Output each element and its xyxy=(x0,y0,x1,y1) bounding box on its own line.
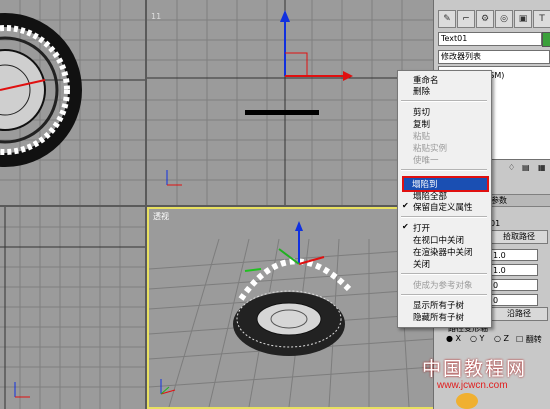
axis-y-radio[interactable]: ○ Y xyxy=(470,334,484,343)
utilities-tab-icon[interactable]: T xyxy=(533,10,550,28)
move-to-path-button[interactable]: 沿路径 xyxy=(490,307,548,321)
menu-item-hide-all-subtrees[interactable]: 隐藏所有子树 xyxy=(413,311,464,323)
object-name-field[interactable]: Text01 xyxy=(438,32,542,46)
flip-checkbox[interactable]: ☐ 翻转 xyxy=(516,334,542,345)
spinner-1[interactable]: 1.0 xyxy=(490,249,538,261)
checkmark-icon: ✔ xyxy=(402,201,409,210)
spinner-2[interactable]: 1.0 xyxy=(490,264,538,276)
axis-x-radio[interactable]: ● X xyxy=(446,334,461,343)
menu-item-on[interactable]: 打开 xyxy=(413,222,430,234)
remove-modifier-icon[interactable]: ▤ xyxy=(522,163,530,172)
modify-tab-icon[interactable]: ⌐ xyxy=(457,10,475,28)
menu-item-make-unique: 使唯一 xyxy=(413,156,439,166)
watermark-url: www.jcwcn.com xyxy=(437,380,508,391)
perspective-scene xyxy=(149,221,433,407)
menu-item-paste-instance: 粘贴实例 xyxy=(413,144,448,154)
viewport-top-left[interactable] xyxy=(0,0,145,205)
display-tab-icon[interactable]: ▣ xyxy=(514,10,532,28)
viewport-divider-horizontal[interactable] xyxy=(0,205,433,207)
menu-separator xyxy=(401,216,487,218)
spinner-4[interactable]: 0 xyxy=(490,294,538,306)
spinner-3[interactable]: 0 xyxy=(490,279,538,291)
menu-item-show-all-subtrees[interactable]: 显示所有子树 xyxy=(413,299,464,311)
menu-separator xyxy=(401,100,487,102)
modifier-context-menu: 重命名 删除 剪切 复制 粘贴 粘贴实例 使唯一 塌陷到 塌陷全部 ✔ 保留自定… xyxy=(397,70,492,328)
motion-tab-icon[interactable]: ◎ xyxy=(495,10,513,28)
menu-separator xyxy=(401,169,487,171)
checkmark-icon: ✔ xyxy=(402,222,409,231)
left-view-grid xyxy=(0,207,145,409)
menu-item-off-in-viewport[interactable]: 在视口中关闭 xyxy=(413,234,464,246)
menu-separator xyxy=(401,294,487,296)
menu-item-off[interactable]: 关闭 xyxy=(413,258,430,270)
menu-item-copy[interactable]: 复制 xyxy=(413,118,430,130)
viewport-label: 11 xyxy=(151,12,162,21)
viewport-bottom-left[interactable] xyxy=(0,207,145,409)
hierarchy-tab-icon[interactable]: ⚙ xyxy=(476,10,494,28)
menu-item-paste: 粘贴 xyxy=(413,132,431,142)
viewport-label-perspective: 透视 xyxy=(153,212,169,221)
watermark-title: 中国教程网 xyxy=(422,358,528,380)
params-header-label: 参数 xyxy=(491,196,507,205)
axis-z-radio[interactable]: ○ Z xyxy=(494,334,509,343)
axis-radio-group: ● X ○ Y ○ Z ☐ 翻转 xyxy=(446,334,550,346)
menu-item-cut[interactable]: 剪切 xyxy=(413,106,430,118)
menu-item-collapse-to-label: 塌陷到 xyxy=(412,180,438,190)
menu-item-off-in-renderer[interactable]: 在渲染器中关闭 xyxy=(413,246,473,258)
menu-separator xyxy=(401,273,487,275)
pick-path-button[interactable]: 拾取路径 xyxy=(490,230,548,244)
modifier-list-dropdown[interactable]: 修改器列表 xyxy=(438,50,550,64)
viewport-front[interactable]: 11 xyxy=(147,0,433,205)
menu-item-keep-custom-attributes[interactable]: 保留自定义属性 xyxy=(413,201,473,213)
configure-sets-icon[interactable]: ▦ xyxy=(538,163,546,172)
menu-item-delete[interactable]: 删除 xyxy=(413,85,430,97)
viewport-perspective[interactable]: 透视 xyxy=(147,207,435,409)
bottom-mascot-icon xyxy=(456,393,478,409)
front-view-grid xyxy=(147,0,433,205)
pin-stack-icon[interactable]: ♢ xyxy=(508,163,515,172)
create-tab-icon[interactable]: ✎ xyxy=(438,10,456,28)
torus-wireframe-view xyxy=(0,0,145,205)
menu-item-make-reference: 使成为参考对象 xyxy=(413,281,473,291)
object-color-swatch[interactable] xyxy=(542,32,550,47)
